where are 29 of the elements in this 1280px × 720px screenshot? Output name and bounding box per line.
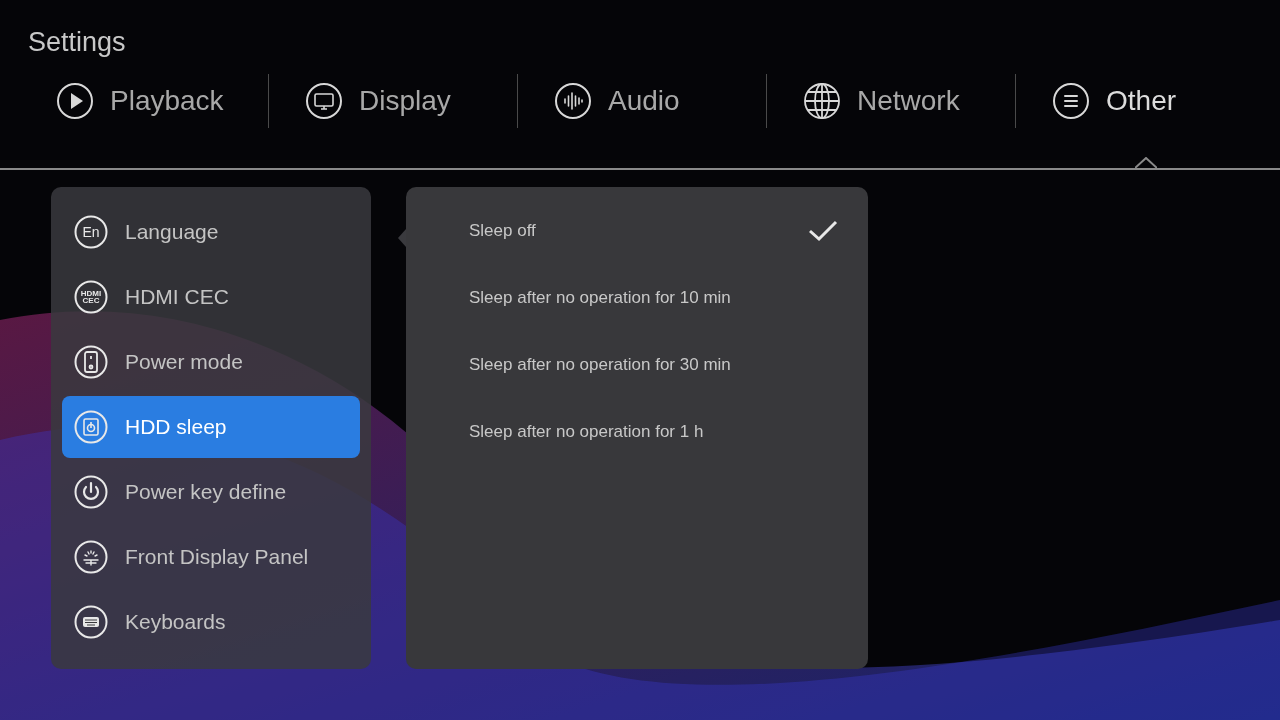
play-icon (56, 81, 94, 120)
menu-icon (1052, 81, 1090, 120)
light-panel-icon (74, 539, 108, 574)
menu-item[interactable]: Power mode (62, 330, 360, 393)
menu-item[interactable]: Keyboards (62, 590, 360, 653)
menu-item[interactable]: HDD sleep (62, 395, 360, 458)
menu-item[interactable]: Front Display Panel (62, 525, 360, 588)
sleep-option[interactable]: Sleep after no operation for 30 min (426, 333, 848, 396)
monitor-icon (305, 81, 343, 120)
power-icon (74, 474, 108, 509)
menu-item[interactable]: HDMI CEC HDMI CEC (62, 265, 360, 328)
category-tab[interactable]: Other (1052, 76, 1264, 125)
category-tab[interactable]: Network (803, 76, 1015, 125)
menu-item[interactable]: En Language (62, 200, 360, 263)
category-tab[interactable]: Audio (554, 76, 766, 125)
keyboard-icon (74, 604, 108, 639)
text-badge-icon: En (74, 214, 108, 249)
sleep-option[interactable]: Sleep off (426, 199, 848, 262)
sleep-option[interactable]: Sleep after no operation for 10 min (426, 266, 848, 329)
category-tab[interactable]: Display (305, 76, 517, 125)
text-badge-icon: HDMI CEC (74, 279, 108, 314)
sound-wave-icon (554, 81, 592, 120)
hard-disk-icon (74, 409, 108, 444)
globe-icon (803, 81, 841, 120)
phone-icon (74, 344, 108, 379)
sleep-option[interactable]: Sleep after no operation for 1 h (426, 400, 848, 463)
page-title: Settings (28, 26, 126, 59)
category-tab[interactable]: Playback (56, 76, 268, 125)
menu-item[interactable]: Power key define (62, 460, 360, 523)
